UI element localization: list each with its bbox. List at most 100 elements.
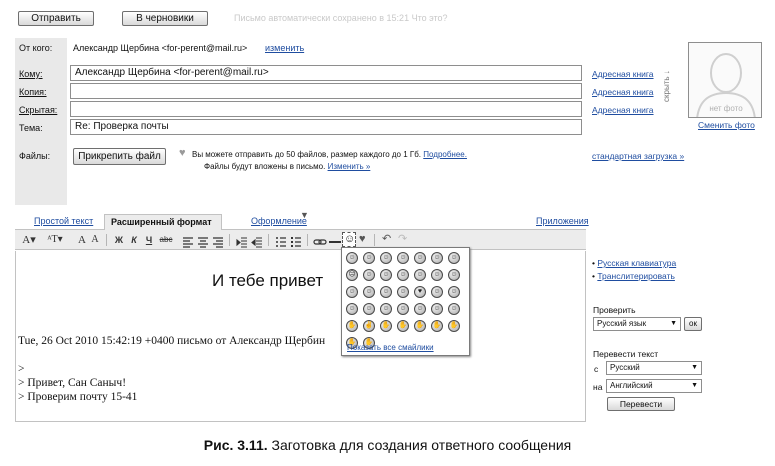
translate-from-prefix: с bbox=[594, 364, 599, 374]
smiley-option[interactable]: ✌ bbox=[363, 320, 375, 332]
photo-box[interactable]: нет фото bbox=[688, 42, 762, 118]
smiley-option[interactable]: ☺ bbox=[397, 286, 409, 298]
files-details-link[interactable]: Подробнее. bbox=[423, 150, 467, 159]
font-family-button[interactable]: A▾ bbox=[20, 233, 38, 247]
align-right-icon[interactable] bbox=[212, 235, 224, 249]
smiley-option[interactable]: ☺ bbox=[380, 252, 392, 264]
translate-to-prefix: на bbox=[593, 382, 603, 392]
heart-insert-icon[interactable]: ♥ bbox=[359, 233, 366, 245]
smiley-button[interactable]: ☺ bbox=[342, 232, 356, 247]
smiley-option[interactable]: ☺ bbox=[414, 252, 426, 264]
smiley-option[interactable]: ☺ bbox=[431, 303, 443, 315]
translate-to-select[interactable]: Английский ▼ bbox=[606, 379, 702, 393]
smiley-option[interactable]: ☺ bbox=[346, 252, 358, 264]
smiley-option[interactable]: ☺ bbox=[431, 252, 443, 264]
cc-address-book-link[interactable]: Адресная книга bbox=[592, 87, 654, 97]
standard-upload-link[interactable]: стандартная загрузка » bbox=[592, 151, 684, 161]
bcc-label[interactable]: Скрытая: bbox=[19, 105, 57, 115]
bcc-address-book-link[interactable]: Адресная книга bbox=[592, 105, 654, 115]
smiley-option[interactable]: ☺ bbox=[380, 303, 392, 315]
translate-button[interactable]: Перевести bbox=[607, 397, 675, 411]
smiley-option[interactable]: ☺ bbox=[346, 286, 358, 298]
subject-field[interactable]: Re: Проверка почты bbox=[70, 119, 582, 135]
smiley-option[interactable]: ☺ bbox=[346, 303, 358, 315]
save-draft-button[interactable]: В черновики bbox=[122, 11, 208, 26]
design-dropdown-icon[interactable]: ▼ bbox=[300, 210, 309, 220]
figure-caption: Рис. 3.11. Заготовка для создания ответн… bbox=[0, 437, 775, 453]
italic-button[interactable]: К bbox=[128, 233, 140, 247]
bcc-field[interactable] bbox=[70, 101, 582, 117]
smiley-option[interactable]: ☺ bbox=[363, 303, 375, 315]
toolbar-separator bbox=[229, 234, 230, 246]
strikethrough-button[interactable]: abc bbox=[158, 233, 174, 247]
sidebar-links: • Русская клавиатура • Транслитерировать bbox=[592, 257, 676, 283]
spell-check-language-select[interactable]: Русский язык ▼ bbox=[593, 317, 681, 331]
to-field[interactable]: Александр Щербина <for-perent@mail.ru> bbox=[70, 65, 582, 81]
send-button[interactable]: Отправить bbox=[18, 11, 94, 26]
smiley-option[interactable]: ☺ bbox=[363, 269, 375, 281]
smiley-option[interactable]: ☺ bbox=[431, 269, 443, 281]
align-left-icon[interactable] bbox=[182, 235, 194, 249]
bold-button[interactable]: Ж bbox=[113, 233, 125, 247]
redo-icon[interactable]: ↷ bbox=[398, 232, 407, 245]
files-info-line2: Файлы будут вложены в письмо. bbox=[204, 162, 326, 171]
tab-attachments[interactable]: Приложения bbox=[530, 214, 595, 230]
translate-from-value: Русский bbox=[610, 363, 640, 372]
smiley-option[interactable]: ☺ bbox=[380, 286, 392, 298]
hide-photo-toggle[interactable]: скрыть ↓ bbox=[662, 54, 671, 102]
smiley-option[interactable]: ☺ bbox=[431, 286, 443, 298]
spell-check-ok-button[interactable]: ок bbox=[684, 317, 702, 331]
outdent-icon[interactable] bbox=[251, 235, 263, 249]
heart-icon: ♥ bbox=[179, 147, 186, 159]
russian-keyboard-link[interactable]: Русская клавиатура bbox=[597, 258, 676, 268]
to-address-book-link[interactable]: Адресная книга bbox=[592, 69, 654, 79]
smiley-option[interactable]: ✋ bbox=[431, 320, 443, 332]
attach-file-button[interactable]: Прикрепить файл bbox=[73, 148, 166, 165]
smiley-option[interactable]: ✋ bbox=[397, 320, 409, 332]
cc-field[interactable] bbox=[70, 83, 582, 99]
tab-plain-text[interactable]: Простой текст bbox=[28, 214, 99, 230]
from-change-link[interactable]: изменить bbox=[265, 43, 304, 53]
smiley-option[interactable]: ☺ bbox=[380, 269, 392, 281]
show-all-smileys-link[interactable]: Показать все смайлики bbox=[347, 343, 434, 352]
horizontal-line-icon[interactable] bbox=[329, 235, 341, 249]
smiley-option[interactable]: ☺ bbox=[397, 269, 409, 281]
smiley-option[interactable]: ☺ bbox=[363, 252, 375, 264]
smiley-option[interactable]: ✋ bbox=[346, 320, 358, 332]
tab-rich-format[interactable]: Расширенный формат bbox=[104, 214, 222, 230]
smiley-option[interactable]: ✋ bbox=[448, 320, 460, 332]
smiley-option[interactable]: ☺ bbox=[448, 303, 460, 315]
font-bigger-button[interactable]: A bbox=[77, 233, 87, 247]
cc-label[interactable]: Копия: bbox=[19, 87, 47, 97]
font-smaller-button[interactable]: A bbox=[90, 233, 100, 247]
smiley-option[interactable]: ☺ bbox=[397, 303, 409, 315]
align-center-icon[interactable] bbox=[197, 235, 209, 249]
transliterate-link[interactable]: Транслитерировать bbox=[597, 271, 675, 281]
smiley-option[interactable]: ☺ bbox=[448, 269, 460, 281]
translate-label: Перевести текст bbox=[593, 349, 659, 359]
underline-button[interactable]: Ч bbox=[143, 233, 155, 247]
translate-from-select[interactable]: Русский ▼ bbox=[606, 361, 702, 375]
font-size-button[interactable]: ᴬT▾ bbox=[44, 233, 66, 247]
smiley-option[interactable]: ☺ bbox=[448, 252, 460, 264]
undo-icon[interactable]: ↶ bbox=[382, 232, 391, 245]
smiley-option[interactable]: ☺ bbox=[414, 269, 426, 281]
files-info-second: Файлы будут вложены в письмо. Изменить » bbox=[204, 161, 370, 173]
to-label[interactable]: Кому: bbox=[19, 69, 43, 79]
bullet-list-icon[interactable] bbox=[290, 235, 302, 249]
spell-check-language-value: Русский язык bbox=[597, 319, 647, 328]
link-icon[interactable] bbox=[313, 235, 327, 249]
smiley-option[interactable]: ☺ bbox=[397, 252, 409, 264]
smiley-option[interactable]: ✋ bbox=[380, 320, 392, 332]
files-change-link[interactable]: Изменить » bbox=[328, 162, 371, 171]
smiley-option[interactable]: ✋ bbox=[414, 320, 426, 332]
indent-icon[interactable] bbox=[236, 235, 248, 249]
smiley-option[interactable]: ☺ bbox=[414, 303, 426, 315]
smiley-grid: ☺ ☺ ☺ ☺ ☺ ☺ ☺ ☹ ☺ ☺ ☺ ☺ ☺ ☺ ☺ ☺ ☺ ☺ ♥ ☺ ☺ ☺ ☺ ☺ ☺ ☺ ☺ ☺ ✋ ✌ ✋ ✋ ✋ ✋ ✋ ✋ ✋ bbox=[346, 252, 466, 349]
numbered-list-icon[interactable] bbox=[275, 235, 287, 249]
smiley-option[interactable]: ♥ bbox=[414, 286, 426, 298]
change-photo-link[interactable]: Сменить фото bbox=[698, 120, 755, 130]
smiley-option[interactable]: ☹ bbox=[346, 269, 358, 281]
smiley-option[interactable]: ☺ bbox=[448, 286, 460, 298]
smiley-option[interactable]: ☺ bbox=[363, 286, 375, 298]
